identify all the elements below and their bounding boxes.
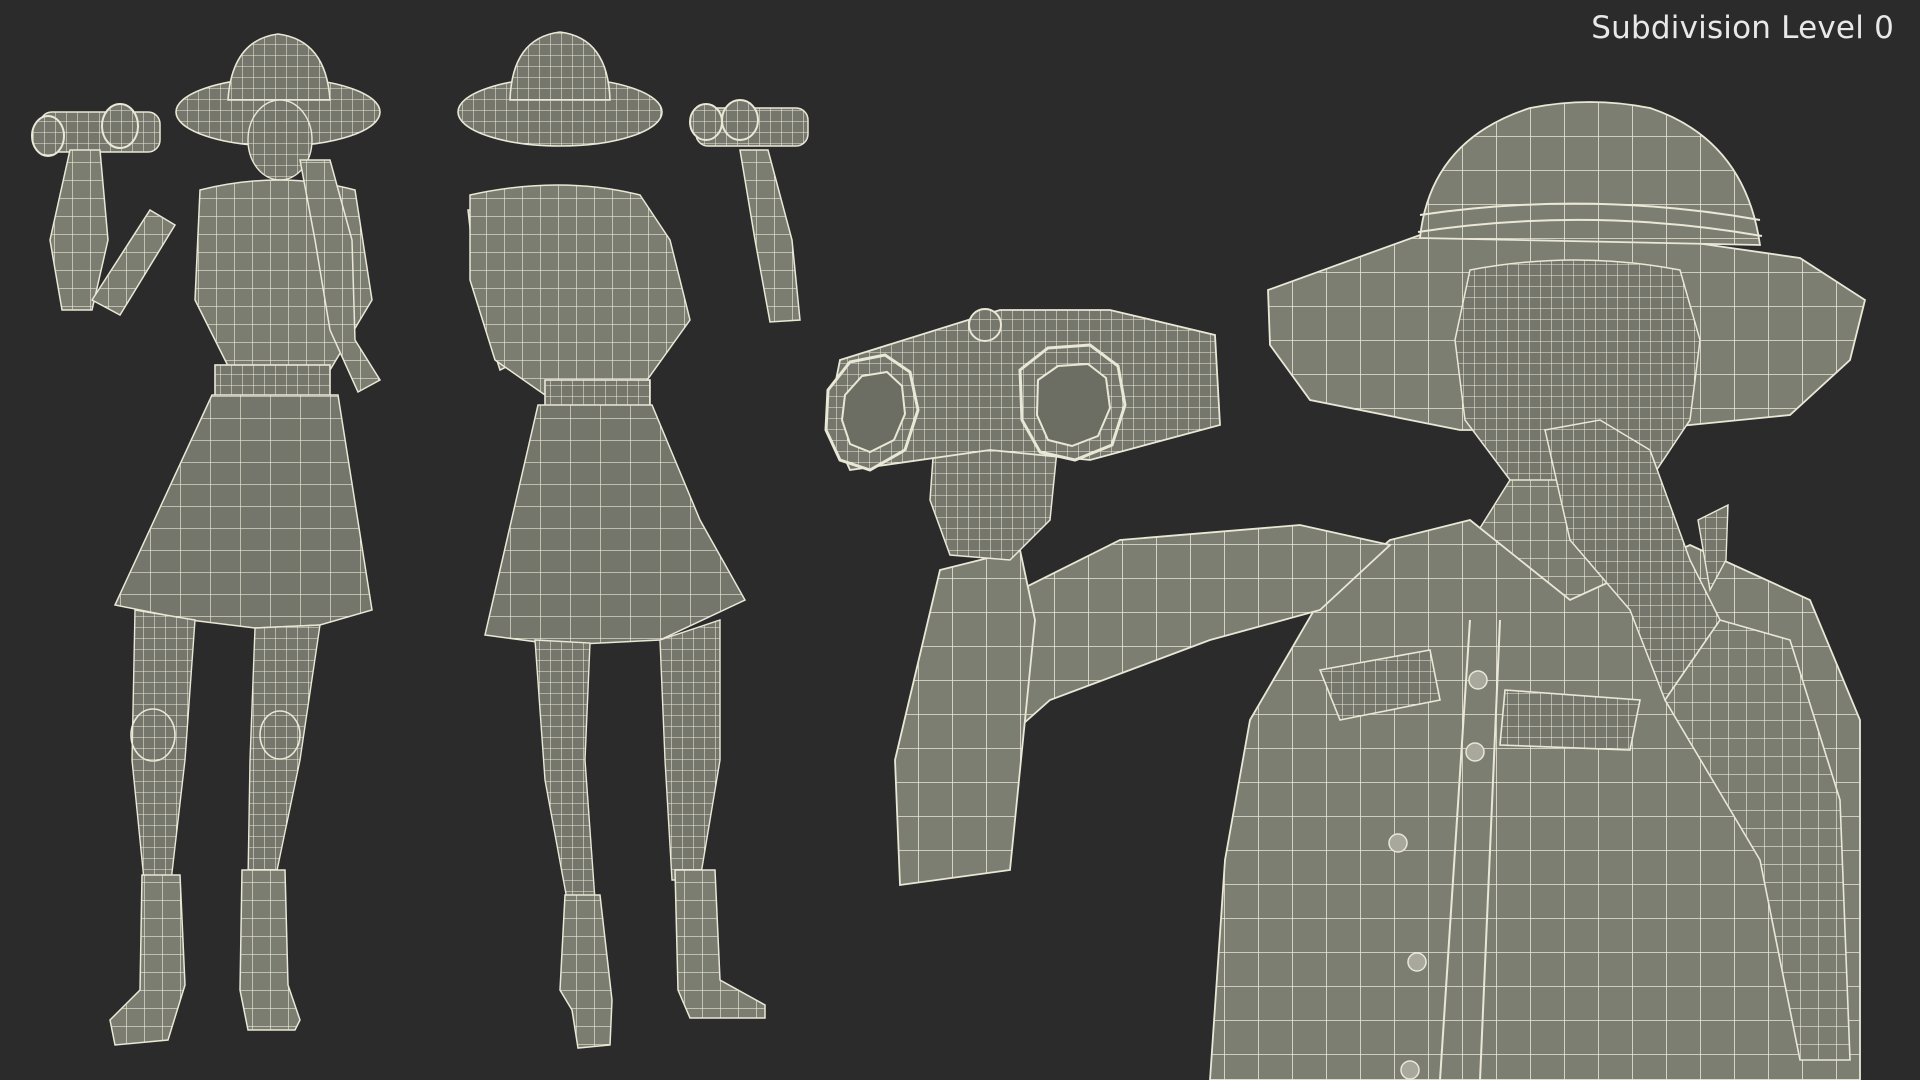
wireframe-scene (31, 31, 1867, 1080)
closeup-binoculars (824, 308, 1221, 472)
closeup-view-figure (824, 101, 1867, 1080)
subdivision-level-label: Subdivision Level 0 (1591, 10, 1894, 46)
front-view-figure (31, 33, 382, 1046)
front-binoculars (31, 103, 161, 157)
back-view-figure (457, 31, 809, 1049)
render-viewport: Subdivision Level 0 (0, 0, 1920, 1080)
back-binoculars (689, 99, 809, 147)
